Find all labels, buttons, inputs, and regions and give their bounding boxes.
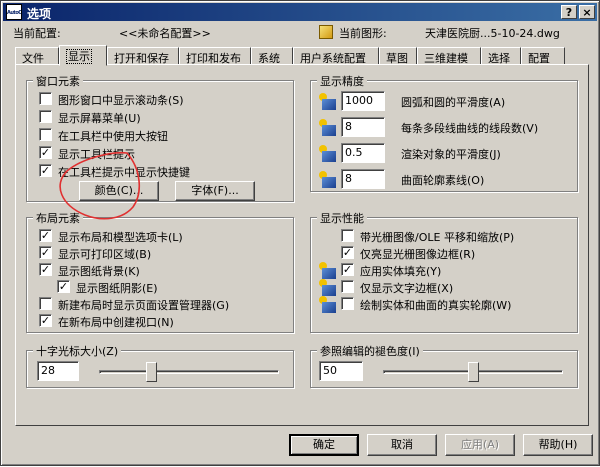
- apply-button[interactable]: 应用(A): [445, 434, 515, 456]
- profile-info-row: 当前配置: <<未命名配置>> 当前图形: 天津医院厨...5-10-24.dw…: [1, 25, 600, 41]
- checkbox[interactable]: [341, 297, 354, 310]
- display-tab-panel: 窗口元素 图形窗口中显示滚动条(S) 显示屏幕菜单(U) 在工具栏中使用大按钮 …: [15, 64, 589, 426]
- fonts-button[interactable]: 字体(F)...: [175, 181, 255, 201]
- tab-selection[interactable]: 选择: [481, 47, 521, 65]
- help-button[interactable]: 帮助(H): [523, 434, 593, 456]
- checkbox[interactable]: ✓: [39, 314, 52, 327]
- rendered-smoothness-input[interactable]: 0.5: [341, 143, 385, 163]
- checkbox[interactable]: ✓: [39, 146, 52, 159]
- window-elements-title: 窗口元素: [33, 73, 83, 89]
- contour-lines-icon: [319, 171, 337, 189]
- ok-button[interactable]: 确定: [289, 434, 359, 456]
- checkbox[interactable]: ✓: [39, 263, 52, 276]
- arc-smoothness-icon: [319, 93, 337, 111]
- tab-open-save[interactable]: 打开和保存: [107, 47, 179, 65]
- help-icon[interactable]: ?: [561, 5, 577, 19]
- arc-smoothness-label: 圆弧和圆的平滑度(A): [401, 96, 506, 109]
- checkbox[interactable]: ✓: [39, 229, 52, 242]
- tab-user-preferences[interactable]: 用户系统配置: [293, 47, 379, 65]
- checkbox[interactable]: [341, 229, 354, 242]
- solid-fill-icon: [319, 262, 337, 280]
- tab-profiles[interactable]: 配置: [521, 47, 565, 65]
- reference-fade-title: 参照编辑的褪色度(I): [317, 343, 423, 359]
- rendered-smoothness-icon: [319, 145, 337, 163]
- tab-files[interactable]: 文件: [15, 47, 59, 65]
- checkbox[interactable]: [39, 92, 52, 105]
- crosshair-slider-thumb[interactable]: [146, 362, 158, 382]
- checkbox[interactable]: ✓: [57, 280, 70, 293]
- arc-smoothness-input[interactable]: 1000: [341, 91, 385, 111]
- reference-fade-slider-thumb[interactable]: [467, 362, 479, 382]
- checkbox[interactable]: ✓: [39, 246, 52, 259]
- checkbox[interactable]: ✓: [39, 164, 52, 177]
- polyline-segments-icon: [319, 119, 337, 137]
- current-profile-label: 当前配置:: [13, 27, 61, 40]
- current-drawing-value: 天津医院厨...5-10-24.dwg: [425, 27, 560, 40]
- current-profile-value: <<未命名配置>>: [119, 27, 211, 40]
- tab-plot-publish[interactable]: 打印和发布: [179, 47, 251, 65]
- contour-lines-input[interactable]: 8: [341, 169, 385, 189]
- polyline-segments-label: 每条多段线曲线的线段数(V): [401, 122, 539, 135]
- contour-lines-label: 曲面轮廓素线(O): [401, 174, 485, 187]
- options-dialog: AutoCAD 选项 ? × 当前配置: <<未命名配置>> 当前图形: 天津医…: [0, 0, 600, 466]
- window-elements-group: 窗口元素 图形窗口中显示滚动条(S) 显示屏幕菜单(U) 在工具栏中使用大按钮 …: [26, 73, 294, 202]
- title-bar[interactable]: AutoCAD 选项 ? ×: [3, 3, 597, 21]
- display-performance-title: 显示性能: [317, 210, 367, 226]
- silhouettes-icon: [319, 296, 337, 314]
- checkbox[interactable]: ✓: [341, 263, 354, 276]
- tab-system[interactable]: 系统: [251, 47, 293, 65]
- reference-fade-input[interactable]: 50: [319, 361, 363, 381]
- checkbox[interactable]: [39, 110, 52, 123]
- reference-fade-group: 参照编辑的褪色度(I) 50: [310, 343, 578, 388]
- checkbox[interactable]: ✓: [341, 246, 354, 259]
- checkbox[interactable]: [39, 297, 52, 310]
- dialog-title: 选项: [27, 7, 52, 21]
- tab-drafting[interactable]: 草图: [379, 47, 417, 65]
- checkbox[interactable]: [341, 280, 354, 293]
- crosshair-slider-track[interactable]: [99, 370, 279, 374]
- crosshair-size-input[interactable]: 28: [37, 361, 79, 381]
- display-resolution-group: 显示精度 1000 圆弧和圆的平滑度(A) 8 每条多段线曲线的线段数(V) 0…: [310, 73, 578, 192]
- checkbox[interactable]: [39, 128, 52, 141]
- display-performance-group: 显示性能 带光栅图像/OLE 平移和缩放(P) ✓ 仅亮显光栅图像边框(R) ✓…: [310, 210, 578, 333]
- close-icon[interactable]: ×: [579, 5, 595, 19]
- text-frame-icon: [319, 279, 337, 297]
- crosshair-size-group: 十字光标大小(Z) 28: [26, 343, 294, 388]
- tab-display[interactable]: 显示: [59, 45, 107, 66]
- drawing-file-icon: [319, 25, 333, 39]
- display-resolution-title: 显示精度: [317, 73, 367, 89]
- polyline-segments-input[interactable]: 8: [341, 117, 385, 137]
- cancel-button[interactable]: 取消: [367, 434, 437, 456]
- crosshair-size-title: 十字光标大小(Z): [33, 343, 122, 359]
- rendered-smoothness-label: 渲染对象的平滑度(J): [401, 148, 501, 161]
- layout-elements-group: 布局元素 ✓ 显示布局和模型选项卡(L) ✓ 显示可打印区域(B) ✓ 显示图纸…: [26, 210, 294, 333]
- layout-elements-title: 布局元素: [33, 210, 83, 226]
- current-drawing-label: 当前图形:: [339, 27, 387, 40]
- tab-3d-modeling[interactable]: 三维建模: [417, 47, 481, 65]
- autocad-app-icon: AutoCAD: [6, 4, 22, 20]
- colors-button[interactable]: 颜色(C)...: [79, 181, 159, 201]
